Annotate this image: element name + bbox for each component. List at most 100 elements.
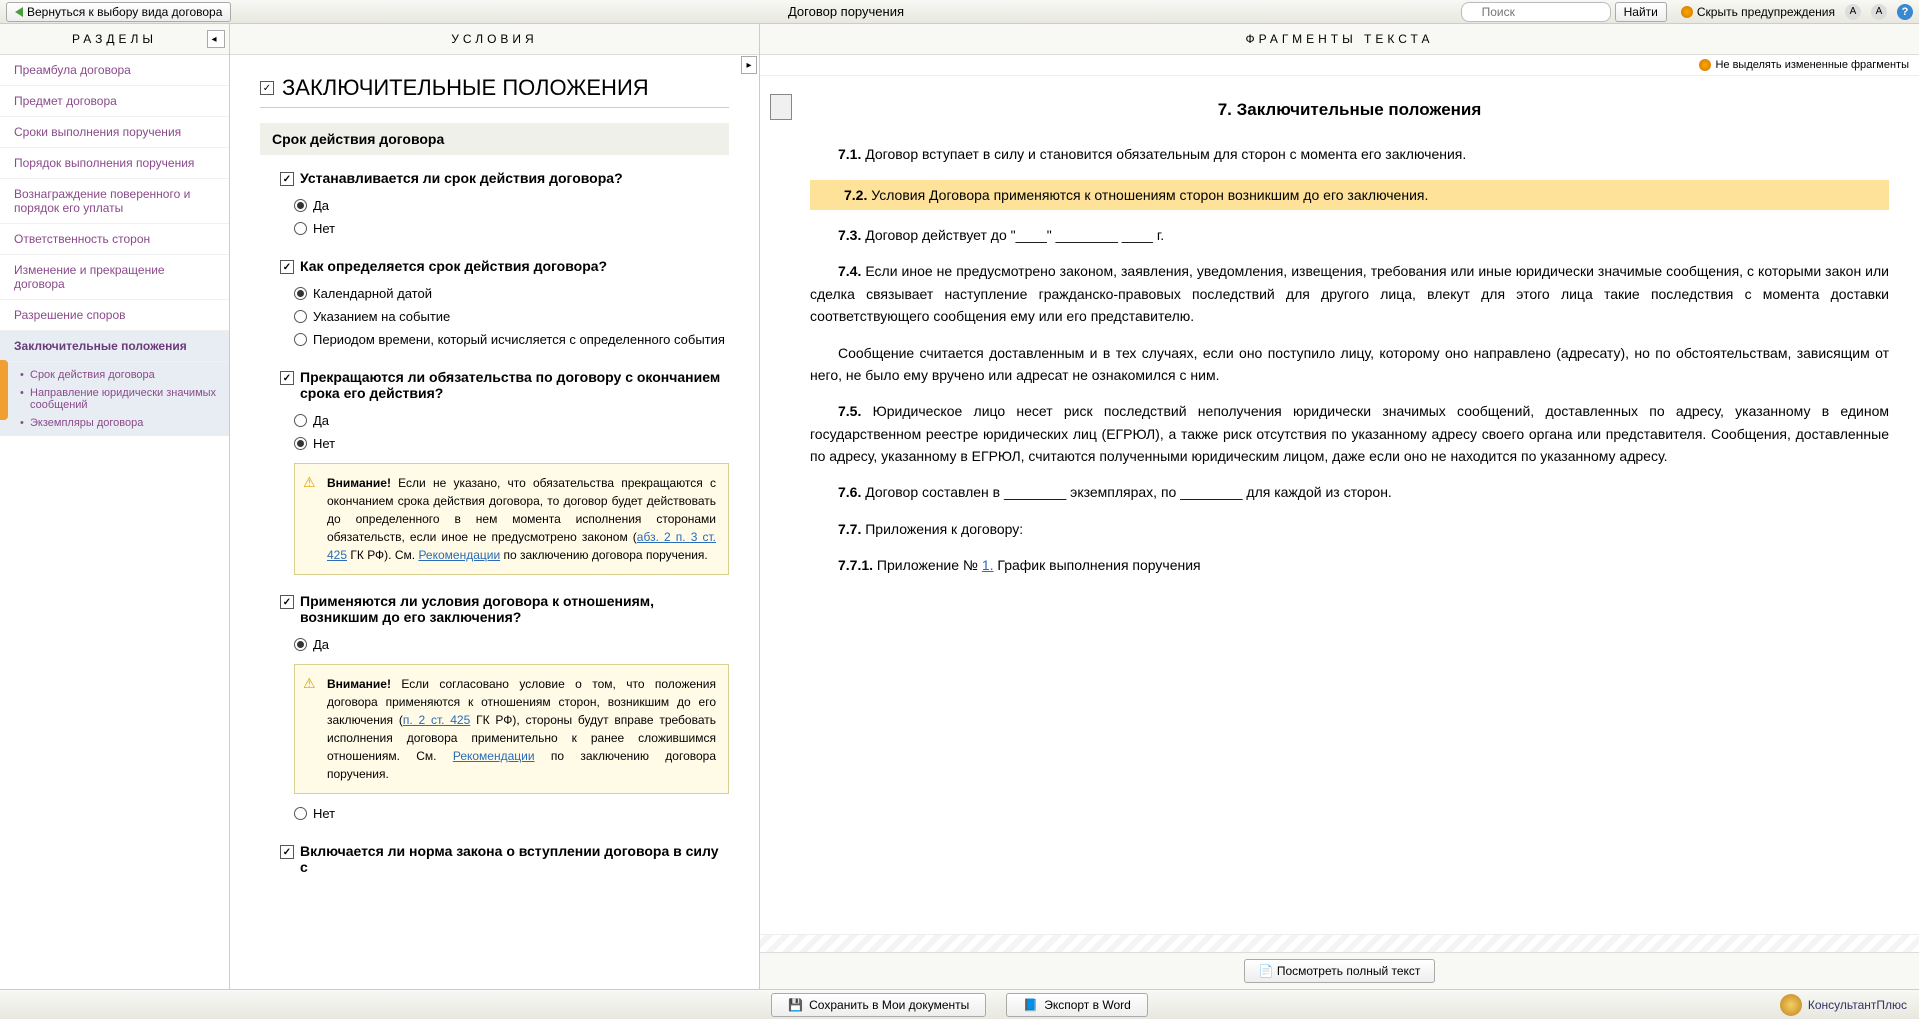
search-wrap: Найти Скрыть предупреждения A A ? bbox=[1461, 2, 1913, 22]
q3-opt-no[interactable]: Нет bbox=[280, 432, 729, 455]
clause-text-b: График выполнения поручения bbox=[994, 557, 1201, 573]
nav-item-terms[interactable]: Сроки выполнения поручения bbox=[0, 117, 229, 148]
nav-item-disputes[interactable]: Разрешение споров bbox=[0, 300, 229, 331]
q5-checkbox[interactable]: ✓ bbox=[280, 845, 294, 859]
clause-7-6: 7.6. Договор составлен в ________ экземп… bbox=[810, 481, 1889, 503]
q1-opt-yes-label: Да bbox=[313, 198, 329, 213]
sidebar-header: РАЗДЕЛЫ ◂ bbox=[0, 24, 229, 55]
help-icon[interactable]: ? bbox=[1897, 4, 1913, 20]
warn2-bold: Внимание! bbox=[327, 677, 391, 691]
save-label: Сохранить в Мои документы bbox=[809, 998, 969, 1012]
document-body[interactable]: 7. Заключительные положения 7.1. Договор… bbox=[760, 76, 1919, 934]
warning-box-1: Внимание! Если не указано, что обязатель… bbox=[294, 463, 729, 575]
view-full-text-button[interactable]: 📄 Посмотреть полный текст bbox=[1244, 959, 1436, 983]
sub-item-validity[interactable]: Срок действия договора bbox=[20, 366, 229, 384]
radio-icon bbox=[294, 333, 307, 346]
q4-checkbox[interactable]: ✓ bbox=[280, 595, 294, 609]
nav-item-final[interactable]: Заключительные положения bbox=[0, 331, 229, 362]
q2-checkbox[interactable]: ✓ bbox=[280, 260, 294, 274]
clause-num: 7.5. bbox=[838, 403, 861, 419]
q1-checkbox[interactable]: ✓ bbox=[280, 172, 294, 186]
q1-opt-no[interactable]: Нет bbox=[280, 217, 729, 240]
section-checkbox[interactable]: ✓ bbox=[260, 81, 274, 95]
question-1-title: ✓ Устанавливается ли срок действия догов… bbox=[280, 170, 729, 186]
radio-icon bbox=[294, 310, 307, 323]
nav-item-termination[interactable]: Изменение и прекращение договора bbox=[0, 255, 229, 300]
font-size-icon-2[interactable]: A bbox=[1871, 4, 1887, 20]
q2-opt-2-label: Указанием на событие bbox=[313, 309, 450, 324]
q2-opt-1[interactable]: Календарной датой bbox=[280, 282, 729, 305]
save-button[interactable]: 💾 Сохранить в Мои документы bbox=[771, 993, 986, 1017]
question-3: ✓ Прекращаются ли обязательства по догов… bbox=[260, 369, 729, 575]
question-4: ✓ Применяются ли условия договора к отно… bbox=[260, 593, 729, 825]
q3-checkbox[interactable]: ✓ bbox=[280, 371, 294, 385]
question-3-title: ✓ Прекращаются ли обязательства по догов… bbox=[280, 369, 729, 401]
subsection-title: Срок действия договора bbox=[260, 123, 729, 155]
clause-num: 7.7. bbox=[838, 521, 861, 537]
back-label: Вернуться к выбору вида договора bbox=[27, 5, 222, 19]
warning-dot-icon bbox=[1681, 6, 1693, 18]
nav-item-preamble[interactable]: Преамбула договора bbox=[0, 55, 229, 86]
brand-logo-icon bbox=[1780, 994, 1802, 1016]
nav-item-subject[interactable]: Предмет договора bbox=[0, 86, 229, 117]
hide-warnings-link[interactable]: Скрыть предупреждения bbox=[1681, 5, 1835, 19]
question-5: ✓ Включается ли норма закона о вступлени… bbox=[260, 843, 729, 875]
back-button[interactable]: Вернуться к выбору вида договора bbox=[6, 2, 231, 22]
conditions-header: УСЛОВИЯ bbox=[230, 24, 759, 55]
radio-icon bbox=[294, 414, 307, 427]
q2-text: Как определяется срок действия договора? bbox=[300, 258, 607, 274]
q3-opt-yes[interactable]: Да bbox=[280, 409, 729, 432]
bottom-bar: 💾 Сохранить в Мои документы 📘 Экспорт в … bbox=[0, 989, 1919, 1019]
q1-text: Устанавливается ли срок действия договор… bbox=[300, 170, 623, 186]
conditions-panel: УСЛОВИЯ ▸ ✓ ЗАКЛЮЧИТЕЛЬНЫЕ ПОЛОЖЕНИЯ Сро… bbox=[230, 24, 760, 989]
clause-num: 7.1. bbox=[838, 146, 861, 162]
sidebar-header-label: РАЗДЕЛЫ bbox=[72, 32, 157, 46]
nav-item-order[interactable]: Порядок выполнения поручения bbox=[0, 148, 229, 179]
sidebar: РАЗДЕЛЫ ◂ Преамбула договора Предмет дог… bbox=[0, 24, 230, 989]
export-button[interactable]: 📘 Экспорт в Word bbox=[1006, 993, 1148, 1017]
find-button[interactable]: Найти bbox=[1615, 2, 1667, 22]
page-title: Договор поручения bbox=[231, 4, 1460, 19]
q4-opt-yes[interactable]: Да bbox=[280, 633, 729, 656]
conditions-body[interactable]: ✓ ЗАКЛЮЧИТЕЛЬНЫЕ ПОЛОЖЕНИЯ Срок действия… bbox=[230, 55, 759, 989]
clause-7-7-1: 7.7.1. Приложение № 1. График выполнения… bbox=[810, 554, 1889, 576]
warn2-link1[interactable]: п. 2 ст. 425 bbox=[403, 713, 470, 727]
clause-num: 7.3. bbox=[838, 227, 861, 243]
radio-icon bbox=[294, 199, 307, 212]
q2-opt-2[interactable]: Указанием на событие bbox=[280, 305, 729, 328]
brand-label: КонсультантПлюс bbox=[1808, 998, 1907, 1012]
radio-icon bbox=[294, 222, 307, 235]
no-highlight-link[interactable]: Не выделять измененные фрагменты bbox=[1715, 59, 1909, 71]
collapse-sidebar-icon[interactable]: ◂ bbox=[207, 30, 225, 48]
nav-item-liability[interactable]: Ответственность сторон bbox=[0, 224, 229, 255]
expand-panel-icon[interactable]: ▸ bbox=[741, 56, 757, 74]
warn1-bold: Внимание! bbox=[327, 476, 391, 490]
radio-icon bbox=[294, 437, 307, 450]
q4-opt-no[interactable]: Нет bbox=[280, 802, 729, 825]
warn2-link2[interactable]: Рекомендации bbox=[453, 749, 535, 763]
brand: КонсультантПлюс bbox=[1780, 994, 1907, 1016]
search-input[interactable] bbox=[1461, 2, 1611, 22]
q2-opt-1-label: Календарной датой bbox=[313, 286, 432, 301]
radio-icon bbox=[294, 638, 307, 651]
main-area: РАЗДЕЛЫ ◂ Преамбула договора Предмет дог… bbox=[0, 24, 1919, 989]
side-tab-handle[interactable] bbox=[0, 360, 8, 420]
q4-opt-yes-label: Да bbox=[313, 637, 329, 652]
section-title-text: ЗАКЛЮЧИТЕЛЬНЫЕ ПОЛОЖЕНИЯ bbox=[282, 75, 649, 101]
question-1: ✓ Устанавливается ли срок действия догов… bbox=[260, 170, 729, 240]
appendix-link[interactable]: 1. bbox=[982, 557, 994, 573]
clause-7-1: 7.1. Договор вступает в силу и становитс… bbox=[810, 143, 1889, 165]
warning-box-2: Внимание! Если согласовано условие о том… bbox=[294, 664, 729, 794]
font-size-icon[interactable]: A bbox=[1845, 4, 1861, 20]
q3-opt-yes-label: Да bbox=[313, 413, 329, 428]
hide-warnings-label: Скрыть предупреждения bbox=[1697, 5, 1835, 19]
clause-num: 7.4. bbox=[838, 263, 861, 279]
scroll-fade bbox=[760, 934, 1919, 952]
q2-opt-3[interactable]: Периодом времени, который исчисляется с … bbox=[280, 328, 729, 351]
sub-item-notices[interactable]: Направление юридически значимых сообщени… bbox=[20, 384, 229, 414]
sub-item-copies[interactable]: Экземпляры договора bbox=[20, 414, 229, 432]
nav-item-payment[interactable]: Вознаграждение поверенного и порядок его… bbox=[0, 179, 229, 224]
q1-opt-yes[interactable]: Да bbox=[280, 194, 729, 217]
warn1-link2[interactable]: Рекомендации bbox=[418, 548, 500, 562]
document-icon[interactable] bbox=[770, 94, 792, 120]
